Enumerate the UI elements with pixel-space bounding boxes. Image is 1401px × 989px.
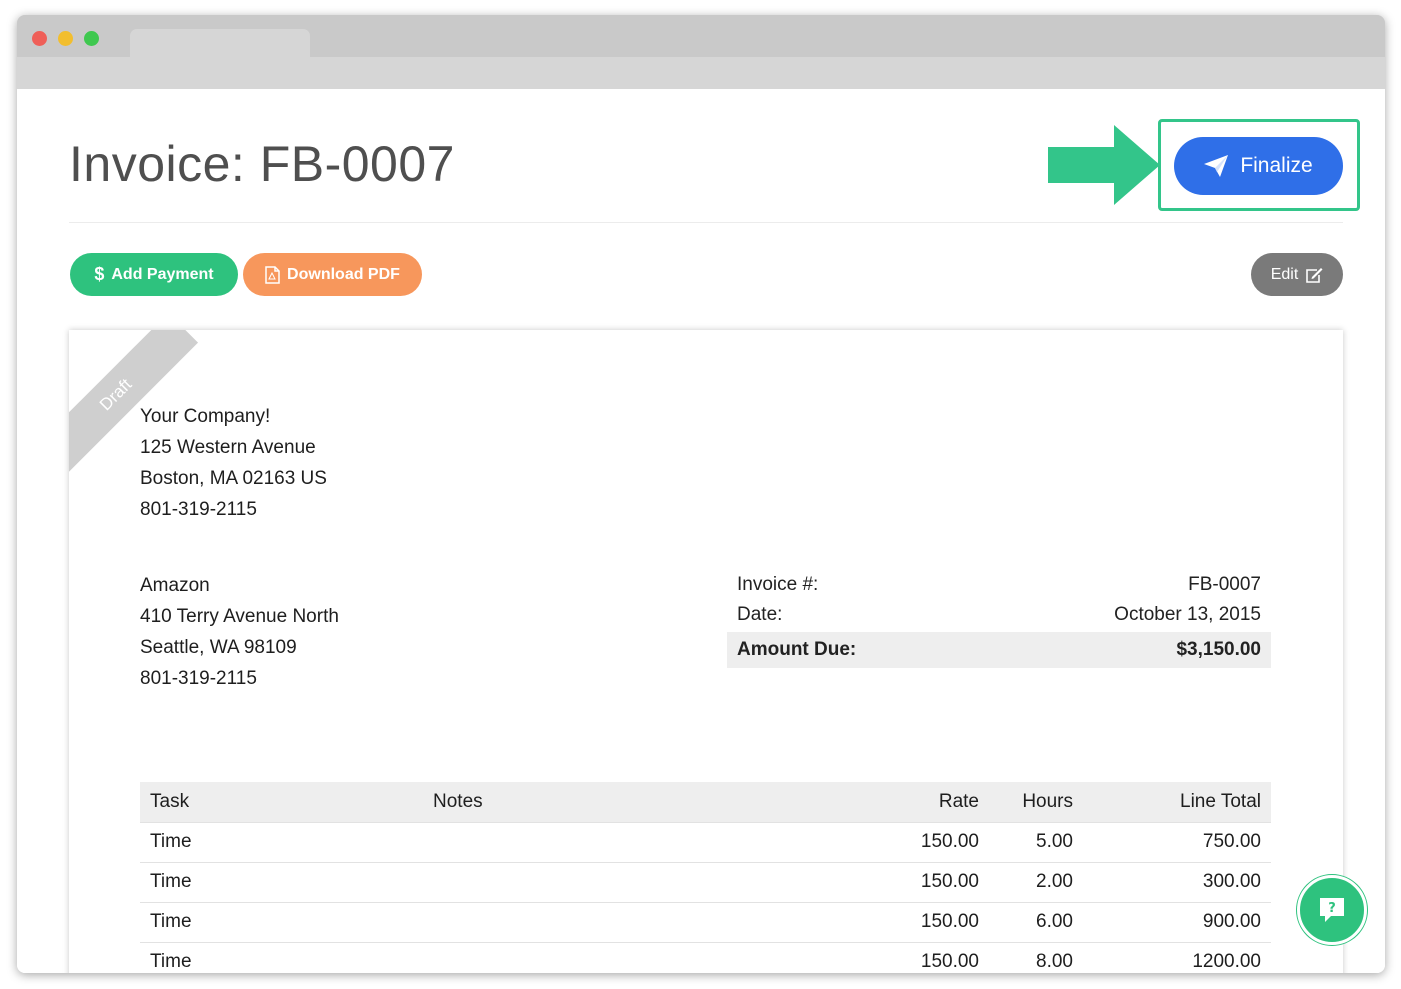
amount-due-value: $3,150.00 (1176, 639, 1261, 660)
cell-rate: 150.00 (859, 862, 989, 903)
dollar-icon: $ (94, 264, 105, 284)
company-phone: 801-319-2115 (140, 499, 257, 520)
invoice-meta: Invoice #: FB-0007 Date: October 13, 201… (727, 570, 1271, 668)
company-name: Your Company! (140, 406, 271, 427)
cell-notes (423, 942, 859, 973)
cell-task: Time (140, 902, 423, 943)
invoice-date-row: Date: October 13, 2015 (727, 600, 1271, 630)
table-row: Time 150.00 2.00 300.00 (140, 862, 1271, 903)
cell-line-total: 1200.00 (1083, 942, 1271, 973)
line-items-table: Task Notes Rate Hours Line Total Time 15… (140, 782, 1271, 973)
maximize-window-button[interactable] (84, 31, 99, 46)
help-glyph: ? (1328, 901, 1336, 916)
invoice-number-row: Invoice #: FB-0007 (727, 570, 1271, 600)
table-row: Time 150.00 8.00 1200.00 (140, 942, 1271, 973)
cell-hours: 5.00 (989, 822, 1083, 863)
column-header-notes: Notes (423, 782, 859, 823)
cell-task: Time (140, 942, 423, 973)
invoice-number-value: FB-0007 (1188, 574, 1261, 595)
browser-titlebar (17, 15, 1385, 89)
close-window-button[interactable] (32, 31, 47, 46)
invoice-document: Draft Your Company! 125 Western Avenue B… (69, 330, 1343, 973)
add-payment-button[interactable]: $ Add Payment (70, 253, 238, 296)
help-chat-button[interactable]: ? (1297, 875, 1367, 945)
column-header-task: Task (140, 782, 423, 823)
cell-notes (423, 862, 859, 903)
table-header-row: Task Notes Rate Hours Line Total (140, 782, 1271, 823)
cell-hours: 2.00 (989, 862, 1083, 903)
table-row: Time 150.00 5.00 750.00 (140, 822, 1271, 863)
finalize-label: Finalize (1240, 154, 1313, 177)
cell-hours: 8.00 (989, 942, 1083, 973)
column-header-hours: Hours (989, 782, 1083, 823)
minimize-window-button[interactable] (58, 31, 73, 46)
help-chat-icon: ? (1320, 898, 1344, 922)
cell-rate: 150.00 (859, 902, 989, 943)
cell-line-total: 900.00 (1083, 902, 1271, 943)
cell-hours: 6.00 (989, 902, 1083, 943)
cell-line-total: 300.00 (1083, 862, 1271, 903)
invoice-date-label: Date: (737, 604, 783, 625)
page-title: Invoice: FB-0007 (69, 136, 455, 192)
browser-tab[interactable] (130, 29, 310, 57)
title-divider (69, 222, 1343, 223)
table-row: Time 150.00 6.00 900.00 (140, 902, 1271, 943)
edit-icon (1306, 267, 1323, 283)
client-city: Seattle, WA 98109 (140, 637, 297, 658)
cell-notes (423, 902, 859, 943)
edit-button[interactable]: Edit (1251, 253, 1343, 296)
page-content: Invoice: FB-0007 Finalize $ Add Payment … (17, 89, 1385, 973)
company-street: 125 Western Avenue (140, 437, 316, 458)
column-header-line-total: Line Total (1083, 782, 1271, 823)
amount-due-row: Amount Due: $3,150.00 (727, 632, 1271, 668)
browser-window: Invoice: FB-0007 Finalize $ Add Payment … (17, 15, 1385, 973)
download-pdf-button[interactable]: Download PDF (243, 253, 422, 296)
cell-notes (423, 822, 859, 863)
invoice-date-value: October 13, 2015 (1114, 604, 1261, 625)
cell-rate: 150.00 (859, 822, 989, 863)
column-header-rate: Rate (859, 782, 989, 823)
cell-line-total: 750.00 (1083, 822, 1271, 863)
client-phone: 801-319-2115 (140, 668, 257, 689)
client-street: 410 Terry Avenue North (140, 606, 339, 627)
amount-due-label: Amount Due: (737, 639, 857, 660)
cell-rate: 150.00 (859, 942, 989, 973)
arrow-right-icon (1048, 125, 1160, 205)
client-name: Amazon (140, 575, 210, 596)
edit-label: Edit (1270, 265, 1299, 283)
download-pdf-label: Download PDF (287, 265, 400, 283)
finalize-button[interactable]: Finalize (1174, 137, 1343, 195)
pdf-file-icon (265, 265, 280, 284)
add-payment-label: Add Payment (111, 265, 214, 283)
paper-plane-icon (1204, 155, 1229, 177)
cell-task: Time (140, 822, 423, 863)
cell-task: Time (140, 862, 423, 903)
company-city: Boston, MA 02163 US (140, 468, 327, 489)
invoice-number-label: Invoice #: (737, 574, 819, 595)
